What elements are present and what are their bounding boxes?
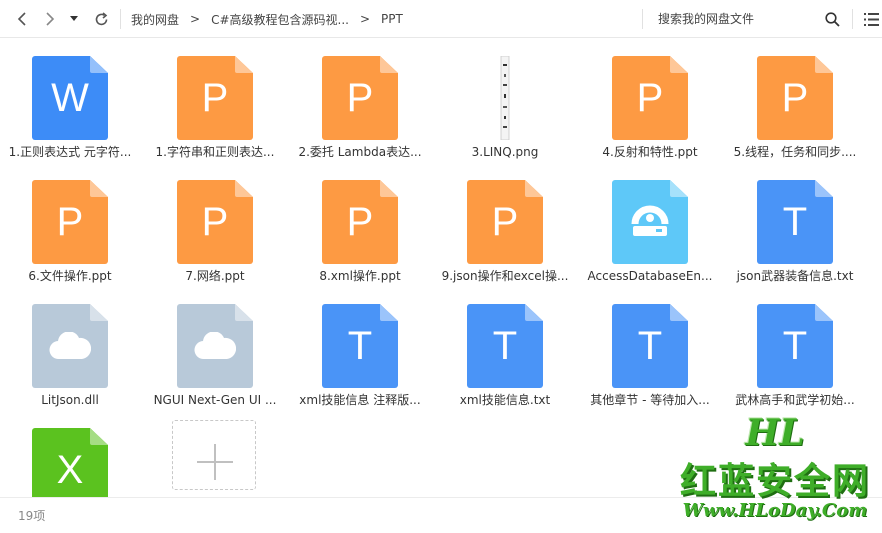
- upload-tile[interactable]: [145, 412, 285, 497]
- file-item[interactable]: LitJson.dll: [0, 288, 140, 407]
- file-name-label: 5.线程，任务和同步....: [733, 145, 857, 159]
- file-name-label: 4.反射和特性.ppt: [602, 145, 698, 159]
- item-count: 19项: [18, 509, 46, 523]
- file-name-label: json武器装备信息.txt: [736, 269, 854, 283]
- file-item[interactable]: AccessDatabaseEn...: [580, 164, 720, 283]
- file-name-label: NGUI Next-Gen UI ...: [153, 393, 277, 407]
- text-doc-icon: T: [612, 304, 688, 388]
- breadcrumb: 我的网盘 > C#高级教程包含源码视... > PPT: [131, 0, 403, 38]
- toolbar-divider: [852, 9, 853, 29]
- powerpoint-doc-icon: P: [177, 180, 253, 264]
- file-item[interactable]: NGUI Next-Gen UI ...: [145, 288, 285, 407]
- file-name-label: xml技能信息.txt: [459, 393, 551, 407]
- cloud-doc-icon: [177, 304, 253, 388]
- breadcrumb-item-root[interactable]: 我的网盘: [131, 11, 179, 28]
- list-view-icon: [863, 12, 879, 26]
- file-item[interactable]: P 6.文件操作.ppt: [0, 164, 140, 283]
- text-doc-icon: T: [757, 304, 833, 388]
- file-item[interactable]: Txml技能信息 注释版...: [290, 288, 430, 407]
- file-item[interactable]: P 8.xml操作.ppt: [290, 164, 430, 283]
- file-item[interactable]: P 7.网络.ppt: [145, 164, 285, 283]
- file-name-label: 1.字符串和正则表达...: [155, 145, 275, 159]
- word-doc-icon: W: [32, 56, 108, 140]
- text-doc-icon: T: [757, 180, 833, 264]
- image-thumbnail-icon: [467, 55, 543, 141]
- powerpoint-doc-icon: P: [177, 56, 253, 140]
- file-name-label: 1.正则表达式 元字符...: [8, 145, 132, 159]
- refresh-button[interactable]: [90, 6, 112, 32]
- file-name-label: 其他章节 - 等待加入...: [590, 393, 710, 407]
- file-name-label: 武林高手和武学初始...: [735, 393, 855, 407]
- breadcrumb-separator: >: [359, 12, 371, 26]
- installer-doc-icon: [612, 180, 688, 264]
- file-name-label: LitJson.dll: [41, 393, 99, 407]
- file-item[interactable]: Tjson武器装备信息.txt: [725, 164, 865, 283]
- file-item[interactable]: P 2.委托 Lambda表达...: [290, 40, 430, 159]
- toolbar-divider: [642, 9, 643, 29]
- file-name-label: 7.网络.ppt: [185, 269, 245, 283]
- file-name-label: AccessDatabaseEn...: [587, 269, 713, 283]
- cloud-doc-icon: [32, 304, 108, 388]
- file-item[interactable]: T 武林高手和武学初始...: [725, 288, 865, 407]
- powerpoint-doc-icon: P: [757, 56, 833, 140]
- breadcrumb-separator: >: [190, 12, 201, 26]
- file-item[interactable]: P 9.json操作和excel操...: [435, 164, 575, 283]
- powerpoint-doc-icon: P: [612, 56, 688, 140]
- file-name-label: 9.json操作和excel操...: [441, 269, 569, 283]
- toolbar: 我的网盘 > C#高级教程包含源码视... > PPT 搜索我的网盘文件: [0, 0, 882, 38]
- text-doc-icon: T: [322, 304, 398, 388]
- breadcrumb-item-ppt[interactable]: PPT: [381, 12, 403, 26]
- text-doc-icon: T: [467, 304, 543, 388]
- file-name-label: 6.文件操作.ppt: [28, 269, 112, 283]
- file-name-label: 3.LINQ.png: [471, 145, 539, 159]
- toolbar-divider: [120, 9, 121, 29]
- file-grid: W 1.正则表达式 元字符... P 1.字符串和正则表达... P 2.委托 Lambd…: [0, 40, 882, 497]
- add-file-button[interactable]: [172, 420, 256, 490]
- breadcrumb-item-course[interactable]: C#高级教程包含源码视...: [211, 11, 349, 28]
- file-item[interactable]: P 4.反射和特性.ppt: [580, 40, 720, 159]
- powerpoint-doc-icon: P: [322, 180, 398, 264]
- status-bar: 19项: [0, 497, 882, 533]
- file-name-label: 8.xml操作.ppt: [319, 269, 401, 283]
- file-item[interactable]: W 1.正则表达式 元字符...: [0, 40, 140, 159]
- chevron-left-icon: [17, 12, 27, 26]
- powerpoint-doc-icon: P: [467, 180, 543, 264]
- file-item[interactable]: X: [0, 412, 140, 497]
- search-input[interactable]: 搜索我的网盘文件: [658, 0, 754, 38]
- file-item[interactable]: 3.LINQ.png: [435, 40, 575, 159]
- file-item[interactable]: P 5.线程，任务和同步....: [725, 40, 865, 159]
- chevron-right-icon: [45, 12, 55, 26]
- back-button[interactable]: [11, 6, 33, 32]
- file-name-label: xml技能信息 注释版...: [299, 393, 421, 407]
- file-item[interactable]: P 1.字符串和正则表达...: [145, 40, 285, 159]
- file-name-label: 2.委托 Lambda表达...: [298, 145, 422, 159]
- powerpoint-doc-icon: P: [32, 180, 108, 264]
- powerpoint-doc-icon: P: [322, 56, 398, 140]
- search-button[interactable]: [821, 6, 843, 32]
- caret-down-icon: [70, 16, 78, 22]
- search-icon: [824, 11, 840, 27]
- file-item[interactable]: Txml技能信息.txt: [435, 288, 575, 407]
- excel-doc-icon: X: [32, 428, 108, 497]
- view-mode-button[interactable]: [860, 6, 882, 32]
- history-dropdown-button[interactable]: [63, 6, 85, 32]
- forward-button[interactable]: [39, 6, 61, 32]
- refresh-icon: [94, 11, 109, 27]
- file-item[interactable]: T 其他章节 - 等待加入...: [580, 288, 720, 407]
